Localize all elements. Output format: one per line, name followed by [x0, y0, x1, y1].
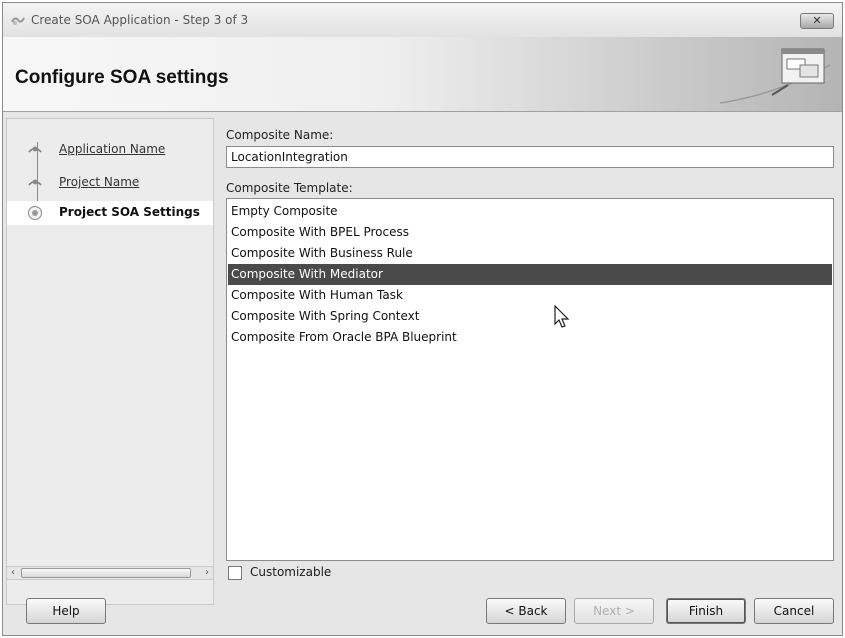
composite-template-label: Composite Template:: [226, 181, 353, 195]
close-icon: ✕: [812, 14, 822, 27]
step-label: Project Name: [59, 175, 140, 189]
step-application-name[interactable]: Application Name: [7, 138, 213, 162]
step-current-icon: [28, 206, 42, 220]
template-list-item[interactable]: Composite With Spring Context: [228, 306, 832, 327]
help-button[interactable]: Help: [26, 598, 106, 624]
template-list-item[interactable]: Composite With Human Task: [228, 285, 832, 306]
finish-button[interactable]: Finish: [666, 598, 746, 624]
scroll-right-icon[interactable]: ›: [201, 567, 213, 579]
window-title: Create SOA Application - Step 3 of 3: [31, 13, 249, 27]
step-label: Application Name: [59, 142, 166, 156]
composite-name-input[interactable]: [226, 146, 834, 168]
close-button[interactable]: ✕: [800, 13, 834, 29]
checkbox-box[interactable]: [228, 566, 242, 580]
page-header: Configure SOA settings: [3, 37, 842, 112]
title-bar: Create SOA Application - Step 3 of 3 ✕: [3, 3, 842, 37]
template-list-item[interactable]: Composite With Business Rule: [228, 243, 832, 264]
back-button[interactable]: < Back: [486, 598, 566, 624]
steps-horizontal-scrollbar[interactable]: ‹ ›: [6, 566, 214, 580]
wizard-steps-pane: Application Name Project Name Project SO…: [6, 118, 214, 605]
scrollbar-thumb[interactable]: [21, 568, 191, 578]
step-completed-icon: [28, 146, 42, 153]
mouse-pointer-icon: [554, 305, 570, 328]
page-title: Configure SOA settings: [15, 67, 229, 88]
template-list-item-selected[interactable]: Composite With Mediator: [228, 264, 832, 285]
template-list-item[interactable]: Empty Composite: [228, 201, 832, 222]
template-list-item[interactable]: Composite With BPEL Process: [228, 222, 832, 243]
template-list-item[interactable]: Composite From Oracle BPA Blueprint: [228, 327, 832, 348]
cancel-button[interactable]: Cancel: [754, 598, 834, 624]
step-project-name[interactable]: Project Name: [7, 171, 213, 195]
wizard-banner-icon: [720, 48, 830, 105]
customizable-label: Customizable: [250, 565, 332, 579]
application-icon: [11, 17, 25, 25]
next-button[interactable]: Next >: [574, 598, 654, 624]
composite-name-label: Composite Name:: [226, 128, 334, 142]
scroll-left-icon[interactable]: ‹: [7, 567, 19, 579]
step-completed-icon: [28, 179, 42, 186]
step-project-soa-settings[interactable]: Project SOA Settings: [7, 201, 213, 225]
composite-template-list[interactable]: Empty Composite Composite With BPEL Proc…: [226, 198, 834, 561]
step-label: Project SOA Settings: [59, 205, 200, 219]
